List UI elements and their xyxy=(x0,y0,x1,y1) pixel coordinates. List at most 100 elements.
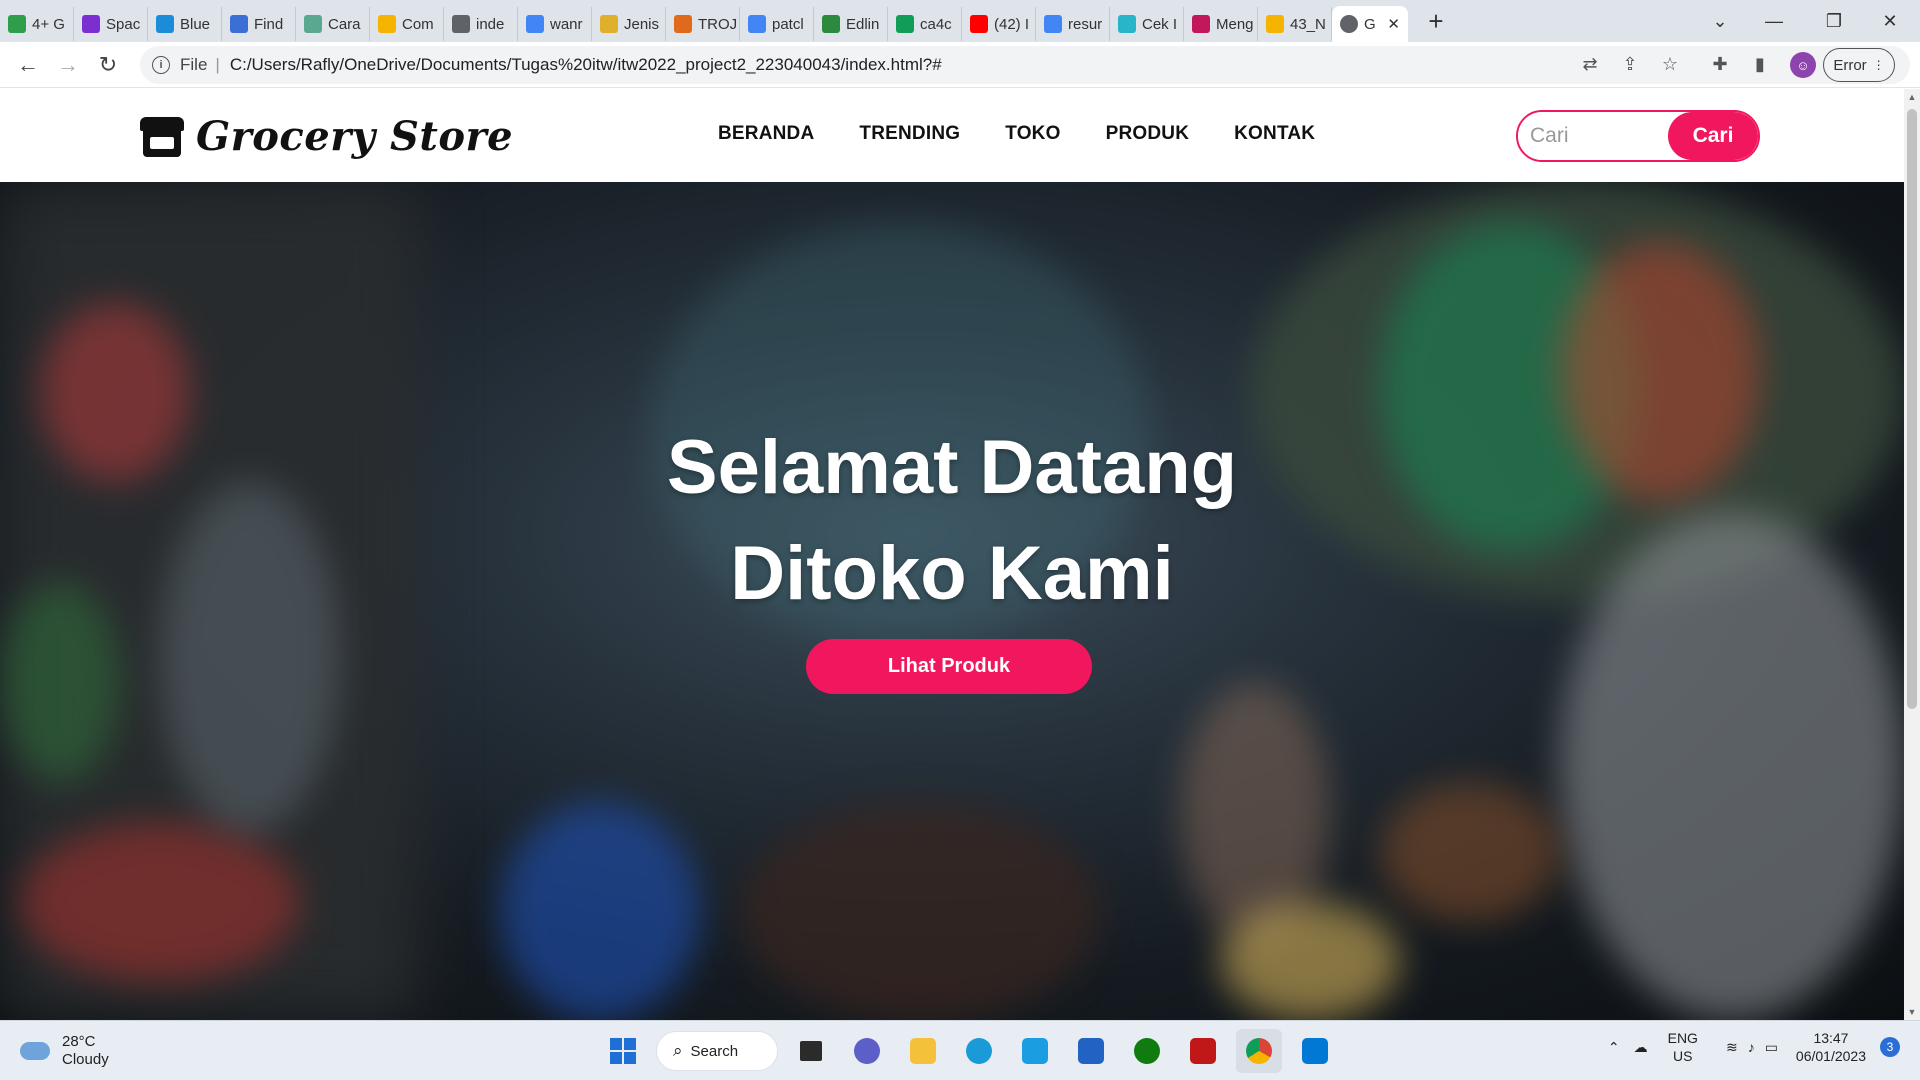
active-tab-label: G xyxy=(1364,15,1376,33)
error-button[interactable]: Error ⋮ xyxy=(1823,48,1895,82)
browser-tab-label: Cara xyxy=(328,15,361,33)
browser-tab[interactable]: Cara xyxy=(296,7,370,41)
side-panel-icon[interactable]: ▮ xyxy=(1742,46,1778,82)
scroll-up-icon[interactable]: ▲ xyxy=(1904,89,1920,105)
browser-tab-label: 43_N xyxy=(1290,15,1326,33)
l-app-button[interactable] xyxy=(1012,1029,1058,1073)
volume-icon[interactable]: ♪ xyxy=(1748,1039,1755,1055)
youtube-icon xyxy=(970,15,988,33)
nav-kontak[interactable]: KONTAK xyxy=(1234,123,1315,145)
browser-tab[interactable]: (42) I xyxy=(962,7,1036,41)
language-code: ENG xyxy=(1667,1030,1698,1046)
minimize-button[interactable]: — xyxy=(1744,0,1804,42)
language-indicator[interactable]: ENG US xyxy=(1668,1029,1698,1065)
browser-tab-label: wanr xyxy=(550,15,583,33)
search-input[interactable] xyxy=(1518,112,1668,160)
web-page: Grocery Store BERANDA TRENDING TOKO PROD… xyxy=(0,89,1904,1020)
onedrive-cloud-icon[interactable]: ☁ xyxy=(1634,1039,1648,1056)
start-button[interactable] xyxy=(600,1029,646,1073)
browser-tab[interactable]: patcl xyxy=(740,7,814,41)
new-tab-button[interactable]: + xyxy=(1416,4,1456,38)
url-scheme: File xyxy=(180,55,208,74)
google-icon xyxy=(526,15,544,33)
battery-icon[interactable]: ▭ xyxy=(1765,1039,1778,1056)
scroll-down-icon[interactable]: ▼ xyxy=(1904,1004,1920,1020)
weather-widget[interactable]: 28°C Cloudy xyxy=(20,1033,109,1069)
browser-tab[interactable]: inde xyxy=(444,7,518,41)
browser-tab[interactable]: Edlin xyxy=(814,7,888,41)
taskbar-search[interactable]: ⌕ Search xyxy=(656,1031,778,1071)
menu-dots-icon: ⋮ xyxy=(1872,58,1885,72)
browser-tab[interactable]: Spac xyxy=(74,7,148,41)
chevron-up-icon[interactable]: ⌃ xyxy=(1608,1039,1620,1056)
edge-button[interactable] xyxy=(956,1029,1002,1073)
profile-avatar[interactable]: ☺ xyxy=(1790,52,1816,78)
nav-produk[interactable]: PRODUK xyxy=(1106,123,1190,145)
browser-tab[interactable]: 4+ G xyxy=(0,7,74,41)
browser-tab-label: (42) I xyxy=(994,15,1030,33)
chrome-button[interactable] xyxy=(1236,1029,1282,1073)
restore-button[interactable]: ❐ xyxy=(1804,0,1864,42)
windows-logo-icon xyxy=(610,1038,636,1064)
c-icon xyxy=(156,15,174,33)
teams-chat-button[interactable] xyxy=(844,1029,890,1073)
close-tab-icon[interactable]: ✕ xyxy=(1387,15,1400,33)
browser-tab[interactable]: resur xyxy=(1036,7,1110,41)
browser-tab-label: inde xyxy=(476,15,505,33)
url-text[interactable]: C:/Users/Rafly/OneDrive/Documents/Tugas%… xyxy=(230,55,942,75)
translate-icon[interactable]: ⇄ xyxy=(1572,46,1608,82)
back-arrow-icon[interactable]: ← xyxy=(8,45,48,85)
browser-tab-label: Blue xyxy=(180,15,211,33)
nav-trending[interactable]: TRENDING xyxy=(859,123,960,145)
browser-tab[interactable]: Cek I xyxy=(1110,7,1184,41)
browser-tab[interactable]: ca4c xyxy=(888,7,962,41)
chrome-icon xyxy=(1246,1038,1272,1064)
wifi-icon[interactable]: ≋ xyxy=(1726,1039,1738,1056)
forward-arrow-icon[interactable]: → xyxy=(48,45,88,85)
edge-icon xyxy=(966,1038,992,1064)
vscode-button[interactable] xyxy=(1292,1029,1338,1073)
tab-search-chevron-icon[interactable]: ⌄ xyxy=(1690,0,1750,42)
hero-title-line2: Ditoko Kami xyxy=(730,531,1174,616)
brand[interactable]: Grocery Store xyxy=(140,113,513,160)
browser-tab[interactable]: wanr xyxy=(518,7,592,41)
notification-badge[interactable]: 3 xyxy=(1880,1037,1900,1057)
nav-toko[interactable]: TOKO xyxy=(1005,123,1060,145)
browser-tab[interactable]: Com xyxy=(370,7,444,41)
reload-icon[interactable]: ↻ xyxy=(88,45,128,85)
info-icon[interactable]: i xyxy=(152,56,170,74)
scrollbar-thumb[interactable] xyxy=(1907,109,1917,709)
xbox-button[interactable] xyxy=(1124,1029,1170,1073)
bookmark-star-icon[interactable]: ☆ xyxy=(1652,46,1688,82)
task-view-icon xyxy=(800,1041,822,1061)
mcafee-button[interactable] xyxy=(1180,1029,1226,1073)
clock[interactable]: 13:47 06/01/2023 xyxy=(1796,1029,1866,1065)
page-scrollbar[interactable]: ▲ ▼ xyxy=(1904,89,1920,1020)
store-button[interactable] xyxy=(1068,1029,1114,1073)
active-tab[interactable]: G ✕ xyxy=(1332,6,1408,42)
browser-tab[interactable]: Jenis xyxy=(592,7,666,41)
vscode-icon xyxy=(1302,1038,1328,1064)
chat-icon xyxy=(854,1038,880,1064)
view-products-button[interactable]: Lihat Produk xyxy=(806,639,1092,694)
browser-tab[interactable]: TROJ xyxy=(666,7,740,41)
drive-icon xyxy=(896,15,914,33)
browser-tab-label: resur xyxy=(1068,15,1103,33)
browser-tab-label: ca4c xyxy=(920,15,952,33)
close-window-button[interactable]: ✕ xyxy=(1860,0,1920,42)
browser-tab-label: Find xyxy=(254,15,284,33)
extensions-puzzle-icon[interactable]: ✚ xyxy=(1702,46,1738,82)
browser-tab[interactable]: 43_N xyxy=(1258,7,1332,41)
shield-icon xyxy=(822,15,840,33)
browser-tab[interactable]: Meng xyxy=(1184,7,1258,41)
task-view-button[interactable] xyxy=(788,1029,834,1073)
search-icon: ⌕ xyxy=(673,1041,683,1060)
region-code: US xyxy=(1673,1048,1693,1064)
folder-icon xyxy=(910,1038,936,1064)
browser-tab[interactable]: Find xyxy=(222,7,296,41)
nav-beranda[interactable]: BERANDA xyxy=(718,123,814,145)
browser-tab[interactable]: Blue xyxy=(148,7,222,41)
file-explorer-button[interactable] xyxy=(900,1029,946,1073)
share-icon[interactable]: ⇪ xyxy=(1612,46,1648,82)
search-button[interactable]: Cari xyxy=(1668,112,1758,160)
